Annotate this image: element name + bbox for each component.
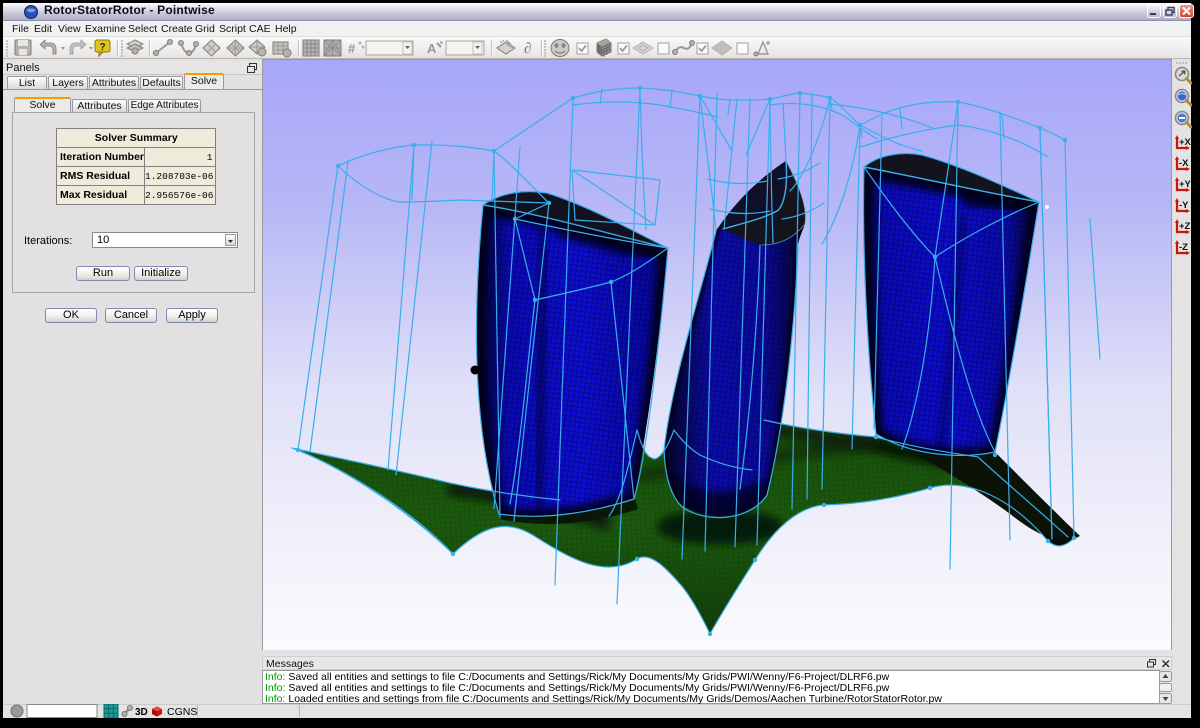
svg-text:-X: -X bbox=[1179, 158, 1189, 169]
svg-text:-Z: -Z bbox=[1179, 242, 1188, 253]
svg-text:3D: 3D bbox=[135, 707, 148, 718]
svg-text:-Y: -Y bbox=[1179, 200, 1189, 211]
svg-text:+Z: +Z bbox=[1179, 221, 1191, 232]
svg-text:#: # bbox=[348, 41, 356, 56]
svg-text:+X: +X bbox=[1179, 137, 1192, 148]
svg-text:∂: ∂ bbox=[524, 41, 531, 57]
svg-text:A: A bbox=[427, 41, 437, 56]
svg-text:CGNS: CGNS bbox=[167, 706, 197, 718]
svg-text:+Y: +Y bbox=[1179, 179, 1192, 190]
svg-text:?: ? bbox=[99, 42, 105, 53]
